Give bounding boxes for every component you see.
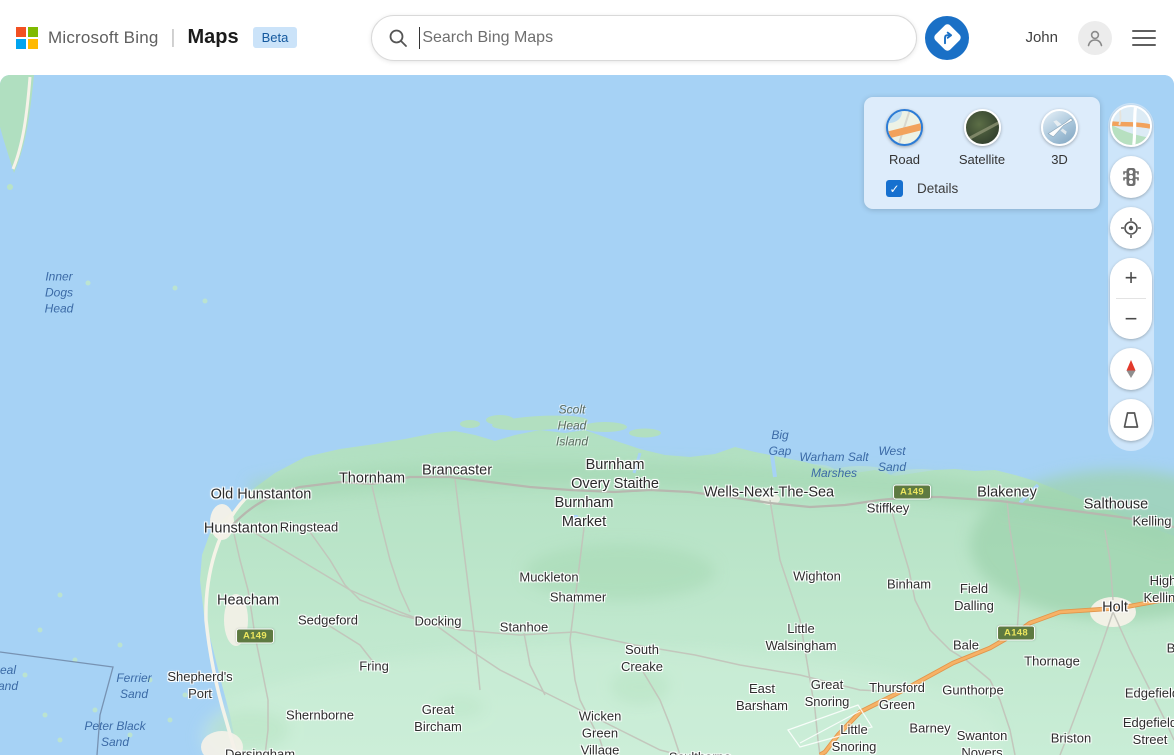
search-bar[interactable] xyxy=(371,15,917,61)
road-style-icon xyxy=(886,109,923,146)
user-name: John xyxy=(1025,29,1058,46)
avatar[interactable] xyxy=(1078,21,1112,55)
user-group: John xyxy=(1025,21,1156,55)
map-canvas[interactable]: Inner Dogs HeadScolt Head IslandBig GapW… xyxy=(0,75,1174,755)
map-toolbar: + − xyxy=(1108,103,1154,451)
microsoft-logo-icon xyxy=(16,27,38,49)
person-icon xyxy=(1085,28,1105,48)
satellite-style-label: Satellite xyxy=(959,152,1005,167)
search-icon xyxy=(388,28,408,48)
text-cursor xyxy=(419,27,420,49)
3d-style-icon xyxy=(1041,109,1078,146)
locate-me-button[interactable] xyxy=(1110,207,1152,249)
map-style-road[interactable]: Road xyxy=(886,109,923,167)
map-style-preview-button[interactable] xyxy=(1110,105,1152,147)
bing-logo-group[interactable]: Microsoft Bing | Maps Beta xyxy=(16,26,297,49)
top-header: Microsoft Bing | Maps Beta John xyxy=(0,0,1174,75)
brand-divider: | xyxy=(171,27,176,49)
locate-icon xyxy=(1120,217,1142,239)
zoom-control: + − xyxy=(1110,258,1152,339)
map-style-panel: Road Satellite 3D ✓ Details xyxy=(864,97,1100,209)
directions-icon xyxy=(932,23,962,53)
details-label: Details xyxy=(917,181,958,196)
details-checkbox[interactable]: ✓ xyxy=(886,180,903,197)
map-style-satellite[interactable]: Satellite xyxy=(959,109,1005,167)
3d-style-label: 3D xyxy=(1051,152,1068,167)
brand-text: Microsoft Bing xyxy=(48,28,159,48)
beta-badge: Beta xyxy=(253,27,298,48)
menu-button[interactable] xyxy=(1132,28,1156,48)
birdseye-icon xyxy=(1121,410,1141,430)
traffic-light-icon xyxy=(1121,166,1141,188)
birdseye-button[interactable] xyxy=(1110,399,1152,441)
search-input[interactable] xyxy=(422,29,900,47)
satellite-style-icon xyxy=(964,109,1001,146)
zoom-out-button[interactable]: − xyxy=(1110,299,1152,339)
app-name: Maps xyxy=(187,26,238,49)
traffic-button[interactable] xyxy=(1110,156,1152,198)
zoom-in-button[interactable]: + xyxy=(1110,258,1152,298)
compass-icon xyxy=(1121,358,1141,380)
compass-button[interactable] xyxy=(1110,348,1152,390)
map-style-3d[interactable]: 3D xyxy=(1041,109,1078,167)
road-style-label: Road xyxy=(889,152,920,167)
directions-button[interactable] xyxy=(925,16,969,60)
